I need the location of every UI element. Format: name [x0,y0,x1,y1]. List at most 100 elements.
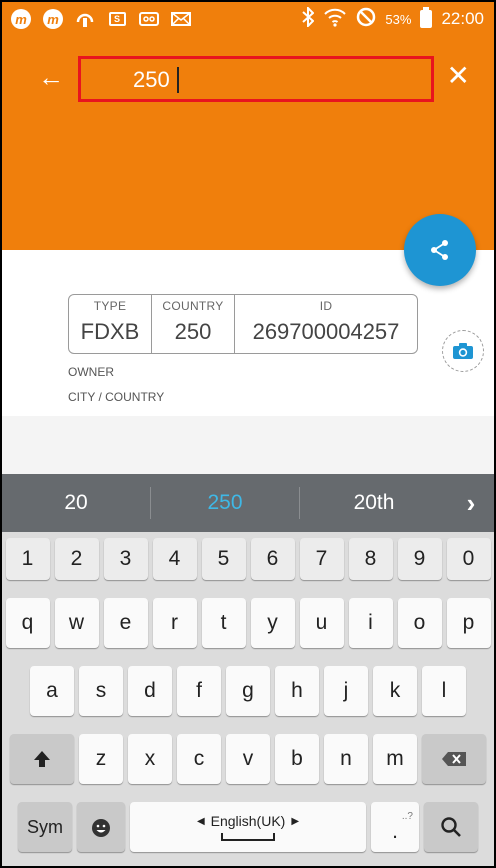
image-icon: S [106,9,128,29]
backspace-icon [442,752,466,766]
key-8[interactable]: 8 [348,538,393,580]
key-l[interactable]: l [422,666,466,716]
key-1[interactable]: 1 [5,538,50,580]
search-key[interactable] [424,802,478,852]
language-indicator: ◀ English(UK) ▶ [197,813,299,829]
share-button[interactable] [404,214,476,286]
mail-icon [170,9,192,29]
key-b[interactable]: b [275,734,319,784]
text-cursor [177,67,179,93]
download-icon [74,9,96,29]
camera-icon [453,343,473,359]
app-frame: m m S 53% 22:00 ← 250 ✕ TYPE FDXB COUNTR… [0,0,496,868]
suggestion-3[interactable]: 20th [300,491,448,515]
suggestion-1[interactable]: 20 [2,491,150,515]
number-row: 1 2 3 4 5 6 7 8 9 0 [2,538,494,580]
key-7[interactable]: 7 [299,538,344,580]
country-value: 250 [174,319,212,344]
space-key[interactable]: ◀ English(UK) ▶ [130,802,366,852]
notification-icons: m m S [2,9,192,29]
suggestion-bar: 20 250 20th › [2,474,494,532]
space-bar-icon [221,833,275,841]
key-t[interactable]: t [201,598,246,648]
shift-arrow-icon [34,751,50,767]
battery-percent: 53% [385,11,412,27]
close-icon[interactable]: ✕ [447,62,470,90]
type-column: TYPE FDXB [69,295,151,353]
key-c[interactable]: c [177,734,221,784]
key-q[interactable]: q [5,598,50,648]
key-j[interactable]: j [324,666,368,716]
period-key[interactable]: ..? . [371,802,419,852]
voicemail-icon [138,9,160,29]
letter-row-2: a s d f g h j k l [2,666,494,716]
key-4[interactable]: 4 [152,538,197,580]
status-bar: m m S 53% 22:00 [2,2,494,36]
search-field-highlight[interactable] [78,56,434,102]
period-label: . [392,820,398,843]
id-column: ID 269700004257 [234,295,417,353]
back-arrow-icon[interactable]: ← [38,64,64,90]
m-app-icon: m [42,9,64,29]
country-column: COUNTRY 250 [151,295,234,353]
key-3[interactable]: 3 [103,538,148,580]
key-5[interactable]: 5 [201,538,246,580]
key-2[interactable]: 2 [54,538,99,580]
no-signal-icon [356,7,376,31]
key-i[interactable]: i [348,598,393,648]
language-label: English(UK) [210,813,286,829]
search-input[interactable] [133,65,413,95]
key-p[interactable]: p [446,598,491,648]
key-s[interactable]: s [79,666,123,716]
wifi-icon [323,7,347,31]
m-app-icon: m [10,9,32,29]
key-f[interactable]: f [177,666,221,716]
emoji-icon [92,819,110,837]
key-h[interactable]: h [275,666,319,716]
result-content: TYPE FDXB COUNTRY 250 ID 269700004257 OW… [2,250,494,472]
city-country-label: CITY / COUNTRY [68,390,165,404]
key-a[interactable]: a [30,666,74,716]
owner-label: OWNER [68,365,114,379]
key-x[interactable]: x [128,734,172,784]
battery-icon [420,7,433,28]
id-value: 269700004257 [252,319,400,344]
backspace-key[interactable] [422,734,486,784]
key-w[interactable]: w [54,598,99,648]
key-e[interactable]: e [103,598,148,648]
key-d[interactable]: d [128,666,172,716]
key-g[interactable]: g [226,666,270,716]
id-label: ID [319,299,333,313]
camera-button[interactable] [442,330,484,372]
key-0[interactable]: 0 [446,538,491,580]
key-u[interactable]: u [299,598,344,648]
key-z[interactable]: z [79,734,123,784]
key-o[interactable]: o [397,598,442,648]
period-hint: ..? [401,811,413,822]
chevron-right-icon: ▶ [291,815,300,827]
bluetooth-icon [302,5,315,31]
chevron-right-icon[interactable]: › [448,488,494,519]
tag-info-box: TYPE FDXB COUNTRY 250 ID 269700004257 [68,294,418,354]
key-6[interactable]: 6 [250,538,295,580]
emoji-key[interactable] [77,802,125,852]
suggestion-2[interactable]: 250 [151,491,299,515]
clock: 22:00 [441,9,484,28]
letter-row-3: z x c v b n m [2,734,494,784]
share-icon [431,240,448,260]
sym-key[interactable]: Sym [18,802,72,852]
app-bar: ← ✕ [2,36,494,250]
shift-key[interactable] [10,734,74,784]
key-n[interactable]: n [324,734,368,784]
key-m[interactable]: m [373,734,417,784]
letter-row-1: q w e r t y u i o p [2,598,494,648]
key-v[interactable]: v [226,734,270,784]
key-k[interactable]: k [373,666,417,716]
key-y[interactable]: y [250,598,295,648]
key-r[interactable]: r [152,598,197,648]
type-value: FDXB [80,319,140,344]
system-icons: 53% 22:00 [302,2,484,36]
bottom-row: Sym ◀ English(UK) ▶ ..? . [2,802,494,852]
key-9[interactable]: 9 [397,538,442,580]
country-label: COUNTRY [162,299,224,313]
